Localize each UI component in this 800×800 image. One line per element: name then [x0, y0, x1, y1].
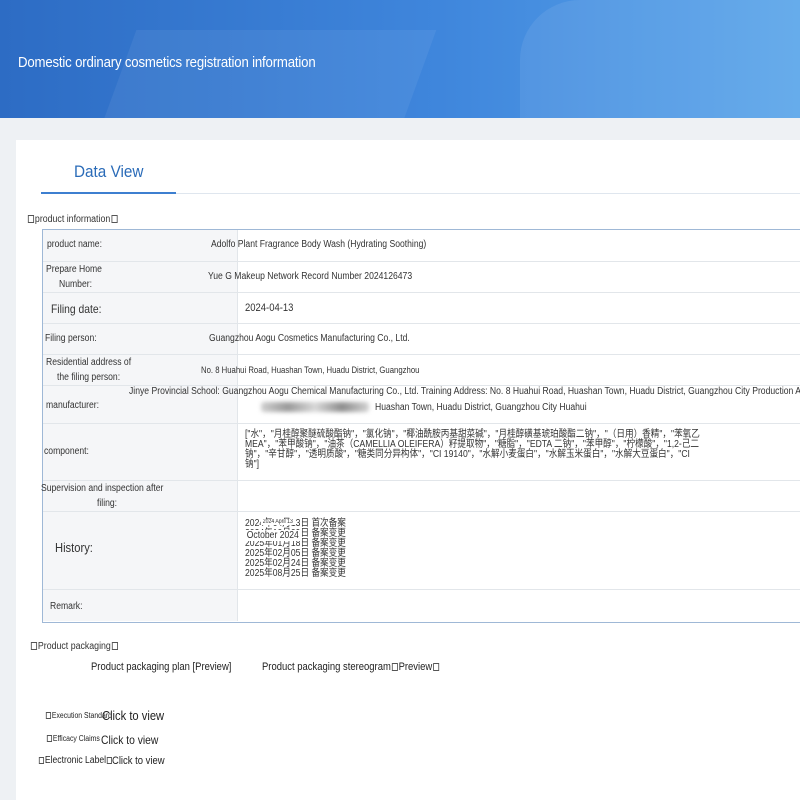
packaging-plan-preview-link[interactable]: Product packaging plan [Preview] [91, 661, 231, 673]
bracket-right-icon [111, 215, 118, 224]
row-label: Filing date: [51, 302, 102, 316]
section-title: Product packaging [37, 641, 111, 652]
row-label: component: [44, 446, 89, 457]
table-row: History: 2024年04月13日 首次备案 2024年10月09日 备案… [43, 512, 800, 590]
row-label: Supervision and inspection after [41, 483, 164, 494]
row-label: manufacturer: [46, 400, 100, 411]
component-line: 钠"] [245, 459, 260, 470]
filing-date-value: 2024-04-13 [245, 302, 294, 314]
packaging-stereogram-preview-link[interactable]: Product packaging stereogram Preview [262, 661, 440, 673]
table-row: Filing person: Guangzhou Aogu Cosmetics … [43, 324, 800, 355]
row-label: Residential address of [46, 357, 132, 368]
table-row: Filing date: 2024-04-13 [43, 293, 800, 324]
table-row: Prepare Home Number: Yue G Makeup Networ… [43, 262, 800, 293]
bracket-right-icon [111, 642, 118, 651]
record-number-value: Yue G Makeup Network Record Number 20241… [208, 271, 413, 282]
bracket-right-icon [433, 663, 440, 672]
section-title: product information [34, 214, 111, 225]
bullet-icon [46, 735, 53, 743]
electronic-label-label: Electronic Label [38, 755, 113, 766]
product-name-value: Adolfo Plant Fragrance Body Wash (Hydrat… [211, 239, 427, 250]
manufacturer-value-line2: Huashan Town, Huadu District, Guangzhou … [375, 402, 587, 413]
section-product-packaging: Product packaging [30, 641, 119, 652]
history-overlay-small: 2024 April 13 [261, 519, 295, 525]
execution-standard-view-button[interactable]: Click to view [102, 708, 164, 723]
manufacturer-value: Jinye Provincial School: Guangzhou Aogu … [129, 386, 800, 397]
table-row: manufacturer: Jinye Provincial School: G… [43, 386, 800, 424]
bracket-left-icon [27, 215, 35, 224]
table-row: product name: Adolfo Plant Fragrance Bod… [43, 230, 800, 262]
electronic-label-view-button[interactable]: Click to view [112, 755, 165, 767]
section-product-information: product information [27, 214, 118, 225]
table-row: Supervision and inspection after filing: [41, 481, 800, 512]
history-overlay-large: October 2024 [245, 530, 301, 541]
row-label: History: [55, 540, 93, 555]
component-line: 钠"，"辛甘醇"，"透明质酸"，"糖类同分异构体"，"CI 19140"，"水解… [245, 449, 690, 460]
row-label: the filing person: [57, 372, 121, 383]
row-label: Filing person: [45, 333, 97, 344]
table-row: Remark: [43, 590, 800, 621]
page-title: Domestic ordinary cosmetics registration… [18, 54, 316, 71]
row-label: Remark: [50, 601, 83, 612]
row-label: Number: [59, 279, 92, 290]
banner-decoration [520, 0, 800, 118]
bracket-left-icon [30, 642, 38, 651]
tab-active-indicator [41, 192, 176, 194]
history-entry: 2025年08月25日 备案变更 [245, 568, 346, 579]
product-info-table: product name: Adolfo Plant Fragrance Bod… [41, 229, 800, 623]
stereogram-label: Product packaging stereogram [262, 661, 391, 673]
filing-person-value: Guangzhou Aogu Cosmetics Manufacturing C… [209, 333, 410, 344]
bracket-left-icon [391, 663, 398, 672]
header-banner: Domestic ordinary cosmetics registration… [0, 0, 800, 118]
row-label: Prepare Home [46, 264, 102, 275]
table-row: Residential address of the filing person… [43, 355, 800, 386]
residential-address-value: No. 8 Huahui Road, Huashan Town, Huadu D… [201, 365, 420, 375]
banner-decoration [103, 30, 437, 118]
electronic-label-text: Electronic Label [44, 755, 107, 766]
row-label: product name: [47, 239, 102, 250]
efficacy-claims-text: Efficacy Claims [52, 734, 100, 743]
tab-data-view[interactable]: Data View [74, 162, 143, 182]
efficacy-claims-view-button[interactable]: Click to view [101, 733, 158, 747]
redacted-text [261, 402, 369, 412]
bullet-icon [38, 756, 45, 764]
bullet-icon [45, 712, 52, 720]
efficacy-claims-label: Efficacy Claims [46, 734, 100, 743]
table-row: component: ["水"，"月桂醇聚醚硫酸酯钠"，"氯化钠"，"椰油酰胺丙… [43, 424, 800, 481]
stereogram-preview-label: Preview [398, 661, 433, 673]
row-label: filing: [97, 498, 118, 509]
